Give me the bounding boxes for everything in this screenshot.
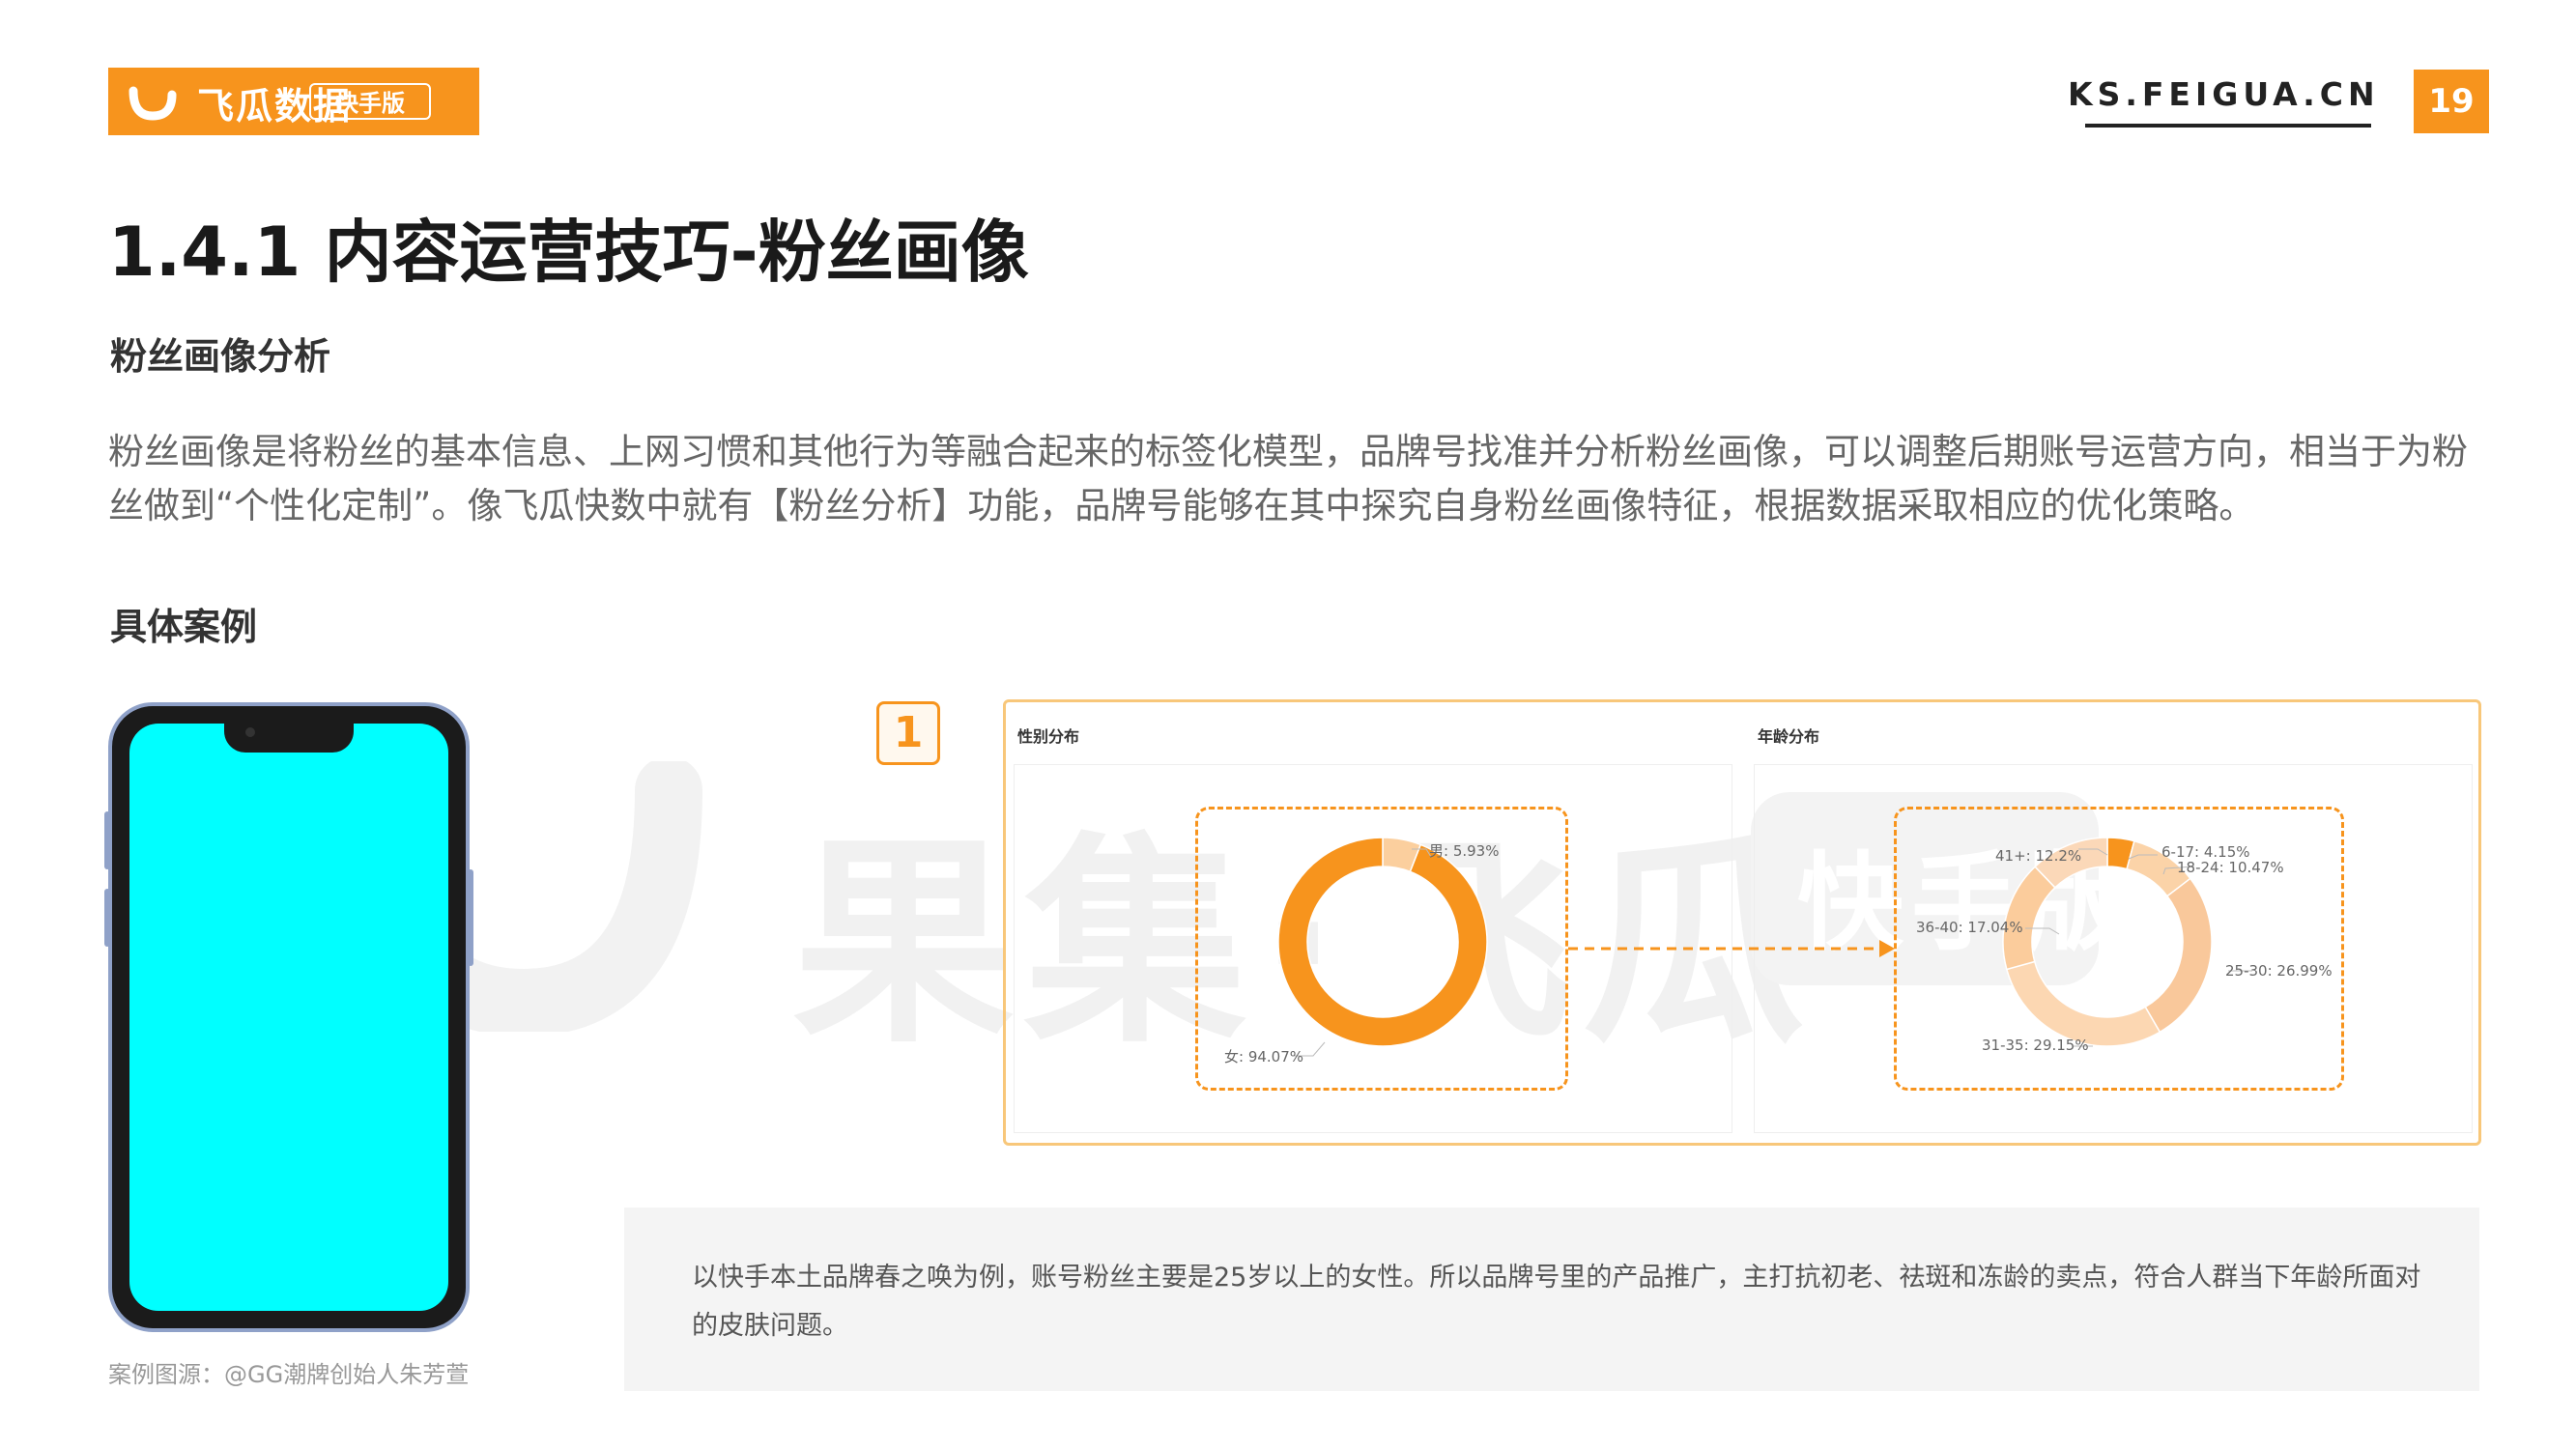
logo-smile-icon [129, 86, 177, 121]
section-paragraph: 粉丝画像是将粉丝的基本信息、上网习惯和其他行为等融合起来的标签化模型，品牌号找准… [108, 431, 2468, 526]
phone-notch [224, 720, 354, 753]
logo-tag: 快手版 [309, 83, 431, 120]
image-credit: 案例图源：@GG潮牌创始人朱芳萱 [108, 1361, 470, 1388]
page-title: 1.4.1 内容运营技巧-粉丝画像 [108, 213, 1029, 292]
gender-label-female: 女: 94.07% [1224, 1048, 1304, 1065]
gender-label-male: 男: 5.93% [1429, 842, 1500, 860]
case-note-text: 以快手本土品牌春之唤为例，账号粉丝主要是25岁以上的女性。所以品牌号里的产品推广… [692, 1263, 2421, 1341]
section-heading-case: 具体案例 [110, 606, 258, 648]
chart-leader-lines [1294, 848, 2252, 1057]
page-number: 19 [2414, 70, 2489, 133]
phone-mockup [108, 702, 470, 1332]
age-label-41-plus: 41+: 12.2% [1995, 847, 2082, 865]
site-url-underline [2085, 124, 2371, 128]
phone-camera-icon [245, 727, 255, 737]
age-label-25-30: 25-30: 26.99% [2225, 962, 2333, 980]
site-url[interactable]: KS.FEIGUA.CN [2068, 75, 2377, 113]
case-note-box: 以快手本土品牌春之唤为例，账号粉丝主要是25岁以上的女性。所以品牌号里的产品推广… [624, 1208, 2479, 1391]
section-heading-fan-profile: 粉丝画像分析 [110, 335, 331, 378]
age-label-18-24: 18-24: 10.47% [2177, 859, 2284, 876]
brand-logo[interactable]: 飞瓜数据 快手版 [108, 68, 479, 135]
step-number-badge: 1 [876, 701, 940, 765]
age-label-31-35: 31-35: 29.15% [1982, 1037, 2089, 1054]
fan-analysis-panel: 性别分布 年龄分布 男: 5.93% 女: 94.07% 6-17: 4.15%… [1003, 699, 2481, 1146]
phone-screen [129, 724, 448, 1311]
age-label-36-40: 36-40: 17.04% [1916, 919, 2023, 936]
